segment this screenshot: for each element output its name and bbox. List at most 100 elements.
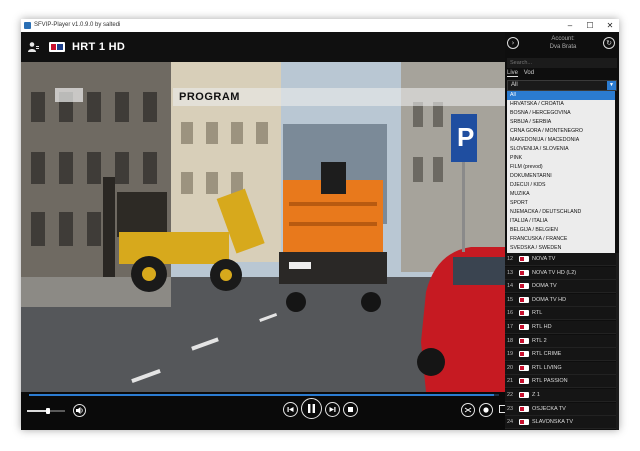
channel-title: RTL 2	[532, 337, 547, 344]
channel-list: 12 NOVA TV 13 NOVA TV HD (L2) 14 DOMA TV 15 DOM…	[505, 253, 619, 430]
program-label: PROGRAM	[179, 91, 240, 103]
channel-number: 20	[507, 364, 514, 371]
seek-bar[interactable]	[29, 394, 499, 396]
group-select[interactable]: All ▼	[507, 80, 617, 91]
channel-number: 22	[507, 392, 514, 398]
group-option[interactable]: FILM (prevod)	[507, 163, 615, 172]
refresh-button[interactable]: ↻	[603, 37, 615, 49]
channel-number: 19	[507, 351, 514, 358]
channel-list-scrollbar[interactable]	[616, 253, 619, 430]
shuffle-button[interactable]	[461, 403, 475, 417]
group-option[interactable]: DOKUMENTARNI	[507, 172, 615, 181]
channel-row[interactable]: 19 RTL CRIME	[505, 348, 619, 362]
channel-row[interactable]: 22 Z 1	[505, 389, 619, 402]
control-bar	[21, 392, 507, 430]
record-button[interactable]	[479, 403, 493, 417]
group-option[interactable]: SPORT	[507, 199, 615, 208]
pause-button[interactable]	[301, 398, 322, 419]
maximize-button[interactable]: ☐	[583, 20, 597, 31]
group-dropdown-list: All HRVATSKA / CROATIA BOSNA / HERCEGOVINA…	[507, 91, 615, 253]
group-option[interactable]: BELGIJA / BELGIEN	[507, 226, 615, 235]
account-label: Account:	[551, 36, 575, 42]
channel-title: RTL CRIME	[532, 351, 562, 358]
group-option[interactable]: MUZIKA	[507, 190, 615, 199]
video-area[interactable]: P PROGRAM	[21, 62, 505, 392]
channel-row[interactable]: 13 NOVA TV HD (L2)	[505, 266, 619, 280]
group-option[interactable]: CRNA GORA / MONTENEGRO	[507, 127, 615, 136]
channel-logo-icon	[49, 42, 65, 52]
volume-slider[interactable]	[27, 408, 65, 414]
refresh-icon: ↻	[606, 39, 612, 47]
volume-knob[interactable]	[45, 408, 50, 414]
shuffle-icon	[464, 407, 472, 413]
player-window: SFVIP-Player v1.0.9.0 by saltedi – ☐ ✕ H…	[21, 19, 619, 430]
channel-title: SLAVONSKA TV	[532, 419, 574, 426]
channel-number: 24	[507, 419, 514, 426]
channel-logo-icon	[519, 324, 529, 330]
video-frame: P	[21, 62, 505, 392]
mute-button[interactable]	[73, 404, 86, 417]
volume-fill	[27, 410, 48, 412]
tab-live[interactable]: Live	[507, 70, 519, 77]
channel-row[interactable]: 17 RTL HD	[505, 321, 619, 334]
program-overlay[interactable]: PROGRAM	[173, 88, 505, 106]
group-option[interactable]: FRANCUSKA / FRANCE	[507, 235, 615, 244]
stop-button[interactable]	[343, 402, 358, 417]
tab-vod[interactable]: Vod	[524, 70, 534, 76]
group-select-value: All	[511, 82, 518, 88]
seek-bar-fill	[29, 394, 495, 396]
channel-row[interactable]: 12 NOVA TV	[505, 253, 619, 266]
channel-logo-icon	[519, 310, 529, 317]
stop-icon	[348, 407, 353, 412]
group-option[interactable]: All	[507, 91, 615, 100]
svg-text:P: P	[457, 122, 474, 152]
group-option[interactable]: MAKEDONIJA / MACEDONIA	[507, 136, 615, 145]
collapse-sidebar-button[interactable]: ›	[507, 37, 519, 49]
chevron-down-icon: ▼	[607, 81, 616, 90]
channel-row[interactable]: 23 OSJECKA TV	[505, 402, 619, 416]
channel-row[interactable]: 16 RTL	[505, 307, 619, 321]
channel-number: 16	[507, 310, 514, 317]
channel-number: 17	[507, 324, 514, 330]
channel-number: 13	[507, 269, 514, 276]
channel-row[interactable]: 14 DOMA TV	[505, 280, 619, 294]
channel-row[interactable]: 24 SLAVONSKA TV	[505, 416, 619, 430]
next-button[interactable]	[325, 402, 340, 417]
group-option[interactable]: NJEMACKA / DEUTSCHLAND	[507, 208, 615, 217]
channel-row[interactable]: 18 RTL 2	[505, 334, 619, 348]
channel-logo-icon	[519, 405, 529, 412]
pause-icon	[308, 404, 315, 413]
sidebar-header: › Account: Dva Brata ↻	[505, 32, 619, 54]
skip-previous-icon	[287, 407, 294, 412]
channel-title: NOVA TV	[532, 256, 556, 262]
channel-number: 18	[507, 337, 514, 344]
group-option[interactable]: SVEDSKA / SWEDEN	[507, 244, 615, 253]
skip-next-icon	[329, 407, 336, 412]
group-option[interactable]: HRVATSKA / CROATIA	[507, 100, 615, 109]
speaker-icon	[76, 407, 83, 414]
close-button[interactable]: ✕	[603, 20, 617, 31]
channel-row[interactable]: 15 DOMA TV HD	[505, 293, 619, 307]
group-option[interactable]: SRBIJA / SERBIA	[507, 118, 615, 127]
app-icon	[24, 22, 31, 29]
group-option[interactable]: ITALIJA / ITALIA	[507, 217, 615, 226]
group-option[interactable]: SLOVENIJA / SLOVENIA	[507, 145, 615, 154]
channel-logo-icon	[519, 256, 529, 262]
channel-title: RTL HD	[532, 324, 552, 330]
channel-name: HRT 1 HD	[72, 41, 126, 53]
top-bar: HRT 1 HD	[21, 32, 505, 62]
previous-button[interactable]	[283, 402, 298, 417]
channel-title: RTL	[532, 310, 543, 317]
group-option[interactable]: BOSNA / HERCEGOVINA	[507, 109, 615, 118]
group-option[interactable]: PINK	[507, 154, 615, 163]
channel-logo-icon	[519, 378, 529, 385]
minimize-button[interactable]: –	[563, 20, 577, 31]
group-option[interactable]: DJECIJI / KIDS	[507, 181, 615, 190]
title-bar: SFVIP-Player v1.0.9.0 by saltedi – ☐ ✕	[21, 19, 619, 32]
channel-number: 23	[507, 405, 514, 412]
user-menu-icon[interactable]	[27, 41, 39, 53]
channel-title: Z 1	[532, 392, 540, 398]
channel-row[interactable]: 20 RTL LIVING	[505, 361, 619, 375]
channel-row[interactable]: 21 RTL PASSION	[505, 375, 619, 389]
search-input[interactable]	[507, 58, 617, 68]
